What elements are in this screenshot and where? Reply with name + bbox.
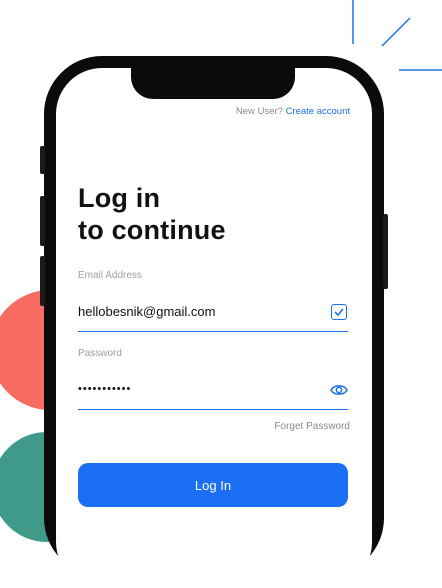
create-account-link[interactable]: Create account (286, 106, 350, 117)
password-field[interactable]: ••••••••••• (78, 383, 131, 395)
password-label: Password (78, 348, 122, 359)
page-title: Log in to continue (78, 182, 226, 246)
phone-screen: New User? Create account Log in to conti… (56, 68, 372, 588)
phone-volume-up-button (40, 196, 45, 246)
page-title-line-1: Log in (78, 183, 161, 213)
email-field[interactable]: hellobesnik@gmail.com (78, 304, 215, 319)
new-user-text: New User? (235, 106, 283, 117)
checkbox-checked-icon[interactable] (331, 304, 347, 320)
forgot-password-link[interactable]: Forget Password (274, 421, 350, 432)
phone-frame: New User? Create account Log in to conti… (40, 56, 388, 588)
login-button-label: Log In (194, 477, 232, 493)
login-button[interactable]: Log In (78, 463, 348, 507)
password-underline (78, 409, 348, 410)
eye-icon[interactable] (330, 383, 348, 397)
phone-side-button (40, 146, 45, 174)
email-underline (78, 331, 348, 332)
email-label: Email Address (78, 270, 142, 281)
new-user-prompt: New User? Create account (236, 106, 350, 117)
phone-power-button (383, 214, 388, 289)
phone-volume-down-button (40, 256, 45, 306)
page-title-line-2: to continue (78, 215, 226, 245)
phone-notch (131, 68, 295, 99)
